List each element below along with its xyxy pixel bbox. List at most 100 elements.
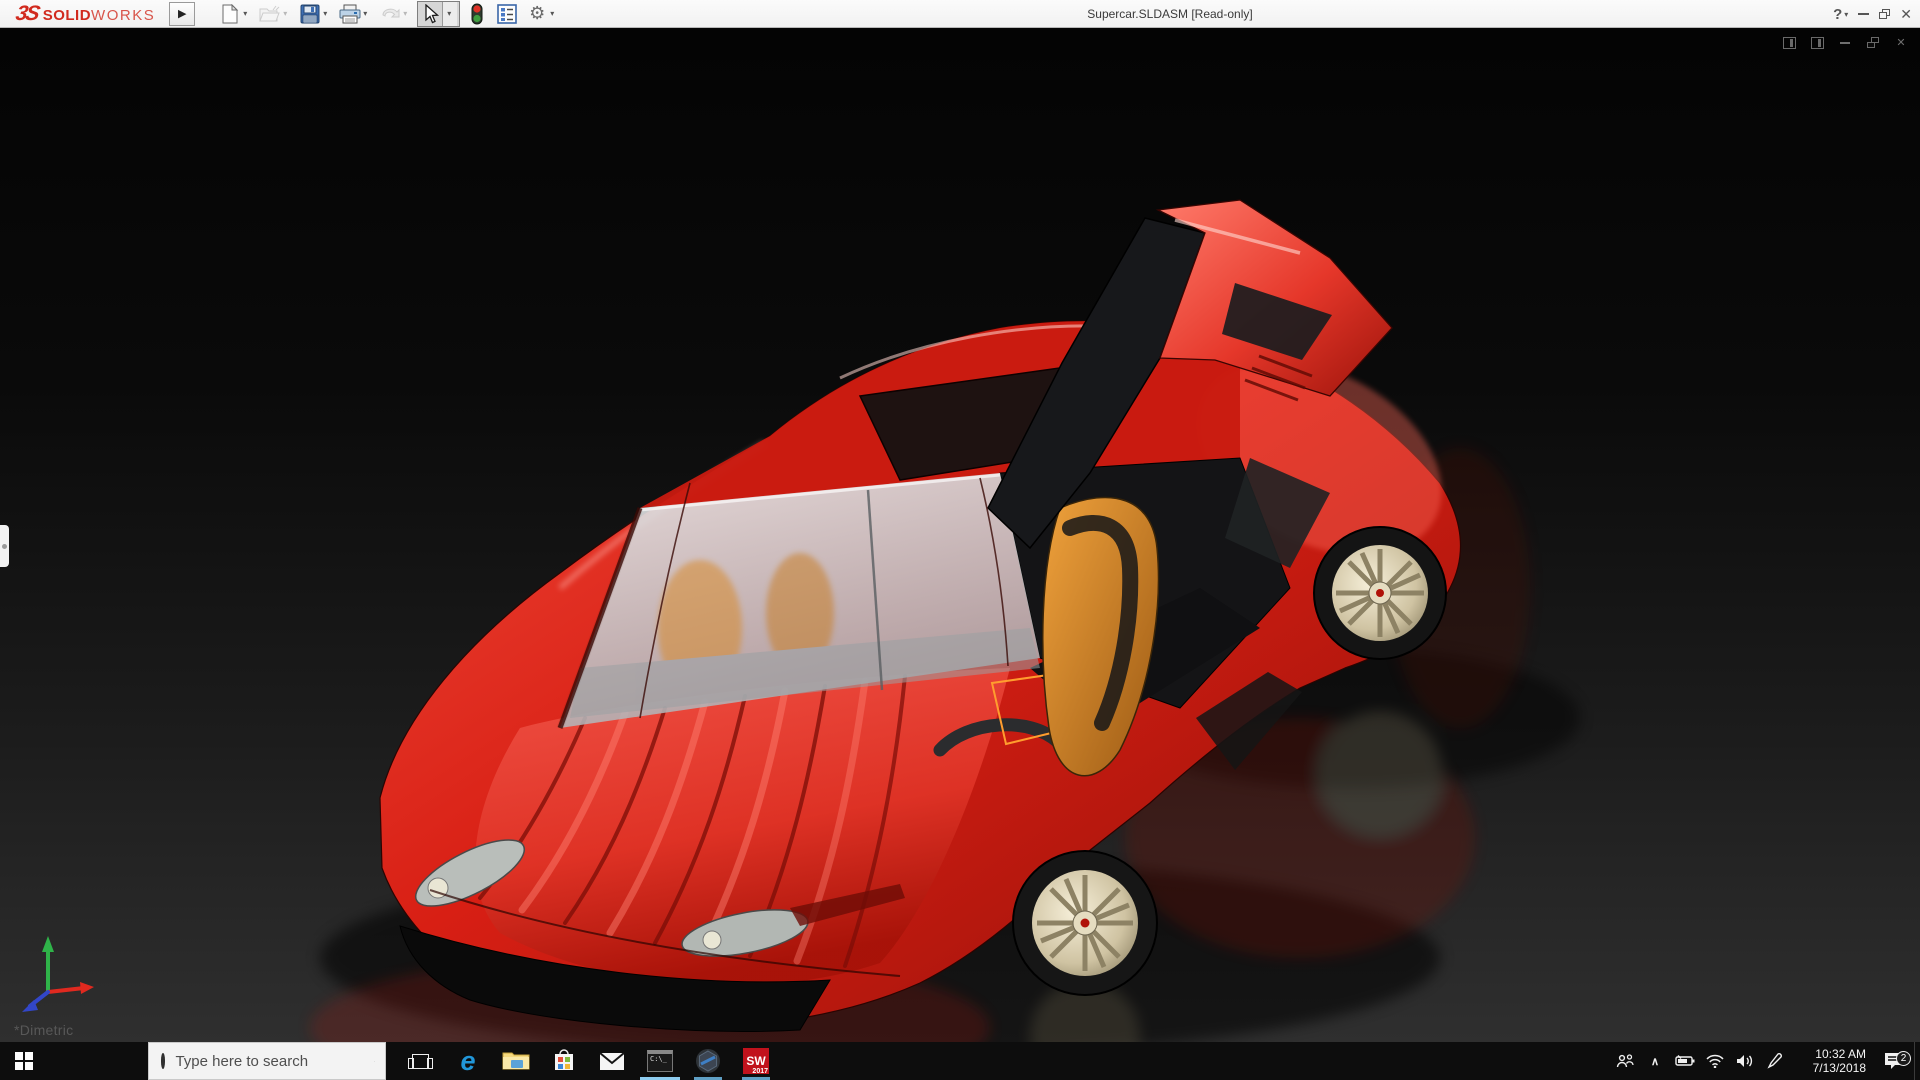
app-window: 3S SOLID WORKS ▶ ▾ ▾ ▾ ▾ ▾ ▾ ⚙ ▾ Superca…	[0, 0, 1920, 1080]
collapsed-panel-tab[interactable]	[0, 525, 9, 567]
notification-badge: 2	[1896, 1051, 1911, 1066]
solidworks-2017-button[interactable]: SW 2017	[732, 1042, 780, 1080]
toolbar: ▾ ▾ ▾ ▾ ▾ ▾ ⚙ ▾	[217, 0, 564, 28]
display-pane-left-button[interactable]	[1782, 36, 1796, 49]
restore-icon	[1879, 9, 1891, 19]
file-explorer-icon	[502, 1052, 530, 1070]
flyout-arrow-icon: ▶	[177, 8, 187, 20]
task-view-icon	[407, 1053, 433, 1069]
start-button[interactable]	[0, 1042, 48, 1080]
taskbar-search-box[interactable]	[148, 1042, 386, 1080]
title-bar: 3S SOLID WORKS ▶ ▾ ▾ ▾ ▾ ▾ ▾ ⚙ ▾ Superca…	[0, 0, 1920, 28]
edge-icon: e	[460, 1045, 476, 1076]
new-document-icon	[219, 3, 241, 25]
store-icon	[555, 1049, 573, 1070]
chevron-down-icon[interactable]: ▾	[363, 9, 371, 18]
wifi-icon	[1706, 1054, 1724, 1068]
system-tray: ∧ 10:32 AM 7/13/2018 2	[1610, 1042, 1920, 1080]
minimize-icon	[1840, 41, 1850, 44]
volume-button[interactable]	[1730, 1054, 1760, 1068]
menu-flyout-button[interactable]: ▶	[169, 1, 196, 26]
store-button[interactable]	[540, 1042, 588, 1080]
help-icon: ?	[1833, 5, 1843, 23]
select-tool-button[interactable]: ▾	[417, 0, 461, 27]
file-explorer-button[interactable]	[492, 1042, 540, 1080]
people-button[interactable]	[1610, 1054, 1640, 1068]
document-window-controls: ✕	[1782, 36, 1908, 49]
chevron-up-icon: ∧	[1650, 1055, 1660, 1068]
microphone-icon[interactable]	[374, 1052, 375, 1071]
people-icon	[1616, 1054, 1634, 1068]
reference-triad	[22, 936, 94, 1012]
open-folder-icon	[259, 3, 281, 25]
battery-button[interactable]	[1670, 1055, 1700, 1067]
show-desktop-button[interactable]	[1914, 1042, 1920, 1080]
volume-icon	[1737, 1055, 1753, 1067]
clock-date: 7/13/2018	[1812, 1061, 1866, 1075]
taskbar-apps: e C:\_ SW 2017	[396, 1042, 780, 1080]
open-button[interactable]: ▾	[257, 1, 293, 27]
select-tool-dropdown[interactable]: ▾	[442, 1, 458, 26]
chevron-down-icon[interactable]: ▾	[323, 9, 331, 18]
save-floppy-icon	[299, 3, 321, 25]
doc-restore-button[interactable]	[1866, 36, 1880, 49]
minimize-icon	[1858, 13, 1870, 15]
rebuild-button[interactable]	[464, 1, 490, 27]
solidworks-logo: 3S SOLID WORKS	[0, 2, 155, 26]
edrawings-button[interactable]	[684, 1042, 732, 1080]
chevron-down-icon: ▾	[283, 9, 288, 18]
chevron-down-icon[interactable]: ▾	[243, 9, 251, 18]
wifi-button[interactable]	[1700, 1054, 1730, 1068]
minimize-button[interactable]	[1858, 13, 1870, 15]
dassault-3s-logo-mark: 3S	[13, 1, 41, 25]
chevron-down-icon: ▾	[447, 9, 452, 18]
command-prompt-button[interactable]: C:\_	[636, 1042, 684, 1080]
panel-tab-grip	[2, 543, 7, 549]
edge-button[interactable]: e	[444, 1042, 492, 1080]
options-button[interactable]: ⚙ ▾	[524, 1, 560, 27]
close-button[interactable]: ✕	[1900, 6, 1912, 23]
clock-time: 10:32 AM	[1815, 1047, 1866, 1061]
task-view-button[interactable]	[396, 1042, 444, 1080]
car-3d-render	[310, 199, 1580, 1042]
view-orientation-label: *Dimetric	[14, 1022, 74, 1038]
print-button[interactable]: ▾	[337, 1, 373, 27]
taskbar-clock[interactable]: 10:32 AM 7/13/2018	[1796, 1047, 1866, 1075]
windows-ink-button[interactable]	[1760, 1053, 1790, 1069]
pane-icon	[1810, 36, 1824, 49]
help-button[interactable]: ? ▾	[1833, 6, 1848, 23]
undo-arrow-icon	[379, 3, 401, 25]
action-center-button[interactable]: 2	[1874, 1051, 1914, 1070]
undo-button[interactable]: ▾	[377, 1, 413, 27]
x-axis-arrow	[80, 982, 94, 994]
solidworks-2017-icon: SW 2017	[743, 1048, 769, 1075]
search-input[interactable]	[175, 1052, 375, 1070]
rear-wheel	[1313, 526, 1447, 660]
front-wheel	[1012, 850, 1158, 996]
new-document-button[interactable]: ▾	[217, 1, 253, 27]
restore-icon	[1867, 37, 1879, 48]
mail-button[interactable]	[588, 1042, 636, 1080]
command-prompt-icon: C:\_	[647, 1050, 673, 1072]
restore-button[interactable]	[1879, 9, 1891, 19]
display-pane-right-button[interactable]	[1810, 36, 1824, 49]
y-axis-arrow	[42, 936, 54, 952]
mail-icon	[599, 1051, 625, 1070]
window-title: Supercar.SLDASM [Read-only]	[1087, 7, 1253, 21]
chevron-down-icon: ▾	[403, 9, 408, 18]
edrawings-icon	[696, 1049, 720, 1073]
graphics-viewport[interactable]: ✕ *Dimetric	[0, 28, 1920, 1042]
logo-text-works: WORKS	[91, 6, 156, 24]
doc-minimize-button[interactable]	[1838, 36, 1852, 49]
logo-text-solid: SOLID	[42, 6, 92, 24]
cortana-icon	[161, 1053, 166, 1069]
pane-icon	[1782, 36, 1796, 49]
tray-overflow-button[interactable]: ∧	[1640, 1055, 1670, 1068]
file-properties-button[interactable]	[494, 1, 520, 27]
chevron-down-icon[interactable]: ▾	[550, 9, 558, 18]
save-button[interactable]: ▾	[297, 1, 333, 27]
doc-close-button[interactable]: ✕	[1894, 36, 1908, 49]
printer-icon	[339, 3, 361, 25]
close-icon: ✕	[1896, 37, 1906, 49]
traffic-light-icon	[466, 3, 488, 25]
